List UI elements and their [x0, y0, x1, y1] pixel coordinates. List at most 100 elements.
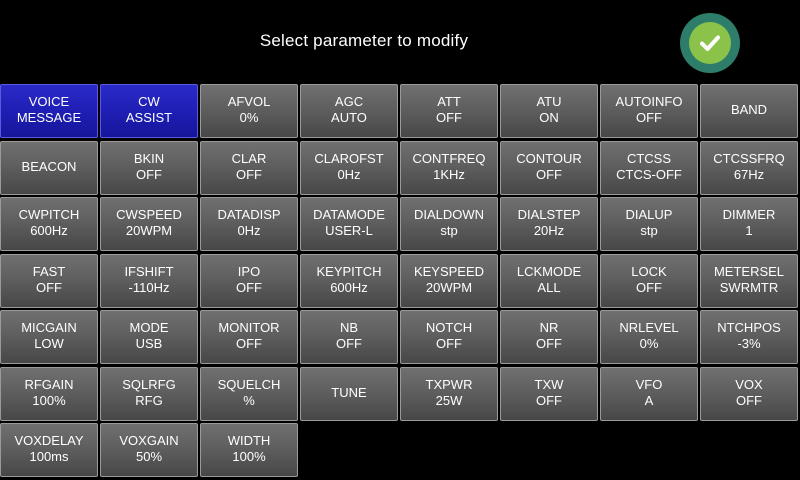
param-button-ntchpos[interactable]: NTCHPOS -3%: [700, 310, 798, 364]
param-button-cw[interactable]: CW ASSIST: [100, 84, 198, 138]
param-value: %: [243, 392, 255, 408]
param-button-ifshift[interactable]: IFSHIFT -110Hz: [100, 253, 198, 308]
param-name: MICGAIN: [21, 320, 77, 335]
param-value: AUTO: [331, 110, 367, 125]
param-button-voice[interactable]: VOICE MESSAGE: [0, 84, 98, 138]
param-name: IPO: [237, 263, 261, 279]
confirm-button[interactable]: [680, 13, 740, 73]
param-name: SQLRFG: [122, 376, 176, 392]
param-button-mode[interactable]: MODE USB: [100, 310, 198, 364]
param-button-autoinfo[interactable]: AUTOINFO OFF: [600, 84, 698, 138]
param-name: DIALUP: [625, 207, 673, 222]
param-button-dimmer[interactable]: DIMMER 1: [700, 197, 798, 251]
param-value: 20WPM: [425, 279, 473, 295]
param-name: MONITOR: [218, 320, 280, 335]
param-button-rfgain[interactable]: RFGAIN 100%: [0, 366, 98, 421]
param-button-monitor[interactable]: MONITOR OFF: [200, 310, 298, 364]
checkmark-icon-svg: [700, 35, 720, 51]
param-name: ATU: [536, 94, 562, 109]
param-button-micgain[interactable]: MICGAIN LOW: [0, 310, 98, 364]
param-button-cwspeed[interactable]: CWSPEED 20WPM: [100, 197, 198, 251]
param-button-nb[interactable]: NB OFF: [300, 310, 398, 364]
param-value: OFF: [36, 279, 62, 295]
param-name: CWPITCH: [18, 207, 80, 222]
param-value: LOW: [34, 336, 64, 351]
param-button-ctcssfrq[interactable]: CTCSSFRQ 67Hz: [700, 140, 798, 195]
param-value: 0Hz: [237, 223, 261, 238]
param-button-squelch[interactable]: SQUELCH%: [200, 366, 298, 421]
param-value: OFF: [536, 336, 562, 351]
param-value: 1: [745, 223, 753, 238]
param-button-datamode[interactable]: DATAMODE USER-L: [300, 197, 398, 251]
param-button-ctcss[interactable]: CTCSS CTCS-OFF: [600, 140, 698, 195]
param-button-nr[interactable]: NR OFF: [500, 310, 598, 364]
param-value: 100%: [232, 449, 266, 464]
param-name: CTCSSFRQ: [713, 150, 785, 166]
param-value: 50%: [135, 449, 163, 464]
param-name: LOCK: [631, 263, 667, 279]
param-button-dialstep[interactable]: DIALSTEP 20Hz: [500, 197, 598, 251]
param-button-bkin[interactable]: BKIN OFF: [100, 140, 198, 195]
param-button-voxdelay[interactable]: VOXDELAY 100ms: [0, 423, 98, 477]
param-button-sqlrfg[interactable]: SQLRFG RFG: [100, 366, 198, 421]
param-value: 100%: [32, 392, 66, 408]
param-button-cwpitch[interactable]: CWPITCH 600Hz: [0, 197, 98, 251]
param-value: 0Hz: [337, 166, 361, 182]
param-value: OFF: [136, 166, 162, 182]
param-button-dialdown[interactable]: DIALDOWN stp: [400, 197, 498, 251]
param-value: -3%: [737, 336, 761, 351]
param-button-fast[interactable]: FAST OFF: [0, 253, 98, 308]
param-button-metersel[interactable]: METERSEL SWRMTR: [700, 253, 798, 308]
param-button-beacon[interactable]: BEACON: [0, 140, 98, 195]
param-value: OFF: [536, 166, 562, 182]
param-button-datadisp[interactable]: DATADISP 0Hz: [200, 197, 298, 251]
param-name: CONTOUR: [516, 150, 582, 166]
param-button-ipo[interactable]: IPO OFF: [200, 253, 298, 308]
param-value: OFF: [436, 336, 462, 351]
param-name: VOX: [735, 376, 763, 392]
param-name: VFO: [635, 376, 663, 392]
param-button-dialup[interactable]: DIALUP stp: [600, 197, 698, 251]
param-value: 600Hz: [330, 279, 368, 295]
param-value: 20WPM: [125, 223, 173, 238]
param-button-keypitch[interactable]: KEYPITCH 600Hz: [300, 253, 398, 308]
param-button-lckmode[interactable]: LCKMODE ALL: [500, 253, 598, 308]
param-button-txw[interactable]: TXW OFF: [500, 366, 598, 421]
param-name: KEYPITCH: [316, 263, 382, 279]
param-button-agc[interactable]: AGC AUTO: [300, 84, 398, 138]
param-name: DIALDOWN: [413, 207, 485, 222]
param-value: 600Hz: [30, 223, 68, 238]
param-button-voxgain[interactable]: VOXGAIN 50%: [100, 423, 198, 477]
param-button-contfreq[interactable]: CONTFREQ 1KHz: [400, 140, 498, 195]
param-button-nrlevel[interactable]: NRLEVEL 0%: [600, 310, 698, 364]
param-value: A: [644, 392, 654, 408]
param-button-afvol[interactable]: AFVOL 0%: [200, 84, 298, 138]
param-name: NB: [339, 320, 359, 335]
param-button-notch[interactable]: NOTCH OFF: [400, 310, 498, 364]
param-value: USB: [135, 336, 163, 351]
param-button-lock[interactable]: LOCK OFF: [600, 253, 698, 308]
param-button-tune[interactable]: TUNE: [300, 366, 398, 421]
param-value: OFF: [236, 166, 262, 182]
param-button-width[interactable]: WIDTH 100%: [200, 423, 298, 477]
param-button-clar[interactable]: CLAR OFF: [200, 140, 298, 195]
param-button-band[interactable]: BAND: [700, 84, 798, 138]
param-name: DATAMODE: [313, 207, 385, 222]
param-name: CW: [138, 94, 160, 109]
param-name: CONTFREQ: [412, 150, 486, 166]
param-button-clarofst[interactable]: CLAROFST 0Hz: [300, 140, 398, 195]
param-name: CWSPEED: [116, 207, 182, 222]
param-button-contour[interactable]: CONTOUR OFF: [500, 140, 598, 195]
param-button-txpwr[interactable]: TXPWR 25W: [400, 366, 498, 421]
param-value: stp: [640, 223, 658, 238]
param-name: CLAROFST: [314, 150, 384, 166]
param-button-vox[interactable]: VOX OFF: [700, 366, 798, 421]
param-name: BEACON: [21, 158, 77, 174]
param-button-atu[interactable]: ATU ON: [500, 84, 598, 138]
param-name: IFSHIFT: [124, 263, 174, 279]
param-button-att[interactable]: ATT OFF: [400, 84, 498, 138]
param-value: 67Hz: [733, 166, 765, 182]
param-button-keyspeed[interactable]: KEYSPEED 20WPM: [400, 253, 498, 308]
param-button-vfo[interactable]: VFO A: [600, 366, 698, 421]
param-name: METERSEL: [713, 263, 785, 279]
